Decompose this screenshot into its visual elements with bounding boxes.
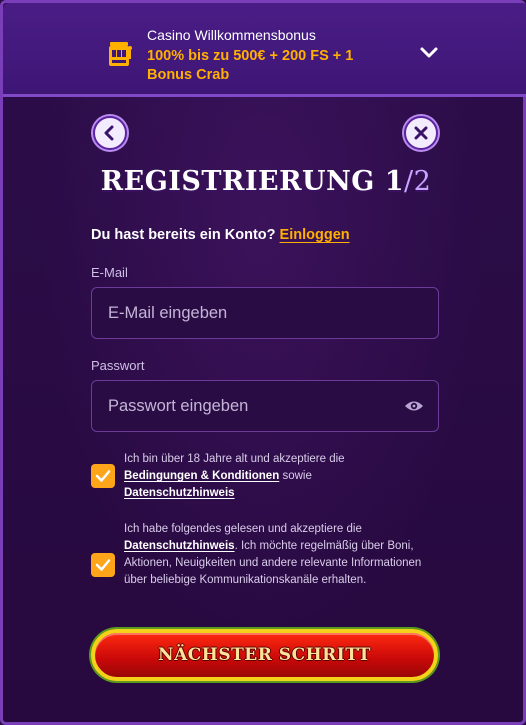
privacy-notice-link[interactable]: Datenschutzhinweis <box>124 487 235 499</box>
email-label: E-Mail <box>91 265 128 280</box>
banner-offer-text: 100% bis zu 500€ + 200 FS + 1 Bonus Crab <box>147 48 354 83</box>
back-button[interactable] <box>93 116 127 150</box>
login-link[interactable]: Einloggen <box>280 227 350 243</box>
page-title: REGISTRIERUNG 1/2 <box>3 166 526 197</box>
checkmark-icon <box>95 559 111 571</box>
marketing-consent-row: Ich habe folgendes gelesen und akzeptier… <box>91 521 441 607</box>
chevron-down-icon[interactable] <box>417 43 441 63</box>
terms-consent-row: Ich bin über 18 Jahre alt und akzeptiere… <box>91 451 441 503</box>
slot-machine-icon <box>109 42 132 66</box>
title-step: /2 <box>404 166 432 197</box>
terms-text-middle: sowie <box>282 470 312 482</box>
next-step-label: NÄCHSTER SCHRITT <box>158 645 371 665</box>
terms-text-before: Ich bin über 18 Jahre alt und akzeptiere… <box>124 453 345 465</box>
eye-icon[interactable] <box>404 398 424 414</box>
password-field[interactable] <box>92 381 438 431</box>
login-prompt-text: Du hast bereits ein Konto? <box>91 227 276 243</box>
email-field[interactable] <box>92 288 438 338</box>
email-field-wrapper <box>91 287 439 339</box>
terms-conditions-link[interactable]: Bedingungen & Konditionen <box>124 470 279 482</box>
marketing-checkbox[interactable] <box>91 553 115 577</box>
close-button[interactable] <box>404 116 438 150</box>
marketing-consent-text: Ich habe folgendes gelesen und akzeptier… <box>124 521 434 589</box>
banner-caption: Casino Willkommensbonus <box>147 27 316 43</box>
terms-checkbox[interactable] <box>91 464 115 488</box>
close-icon <box>414 126 428 140</box>
password-field-wrapper <box>91 380 439 432</box>
marketing-text-before: Ich habe folgendes gelesen und akzeptier… <box>124 523 362 535</box>
chevron-left-icon <box>104 125 114 141</box>
registration-modal: Casino Willkommensbonus 100% bis zu 500€… <box>0 0 526 725</box>
title-text: REGISTRIERUNG 1 <box>100 166 405 197</box>
terms-consent-text: Ich bin über 18 Jahre alt und akzeptiere… <box>124 451 434 502</box>
password-label: Passwort <box>91 358 145 373</box>
next-step-button[interactable]: NÄCHSTER SCHRITT <box>91 629 438 681</box>
checkmark-icon <box>95 470 111 482</box>
welcome-bonus-banner[interactable]: Casino Willkommensbonus 100% bis zu 500€… <box>3 3 526 97</box>
marketing-privacy-link[interactable]: Datenschutzhinweis <box>124 540 235 552</box>
login-prompt: Du hast bereits ein Konto? Einloggen <box>91 227 350 243</box>
